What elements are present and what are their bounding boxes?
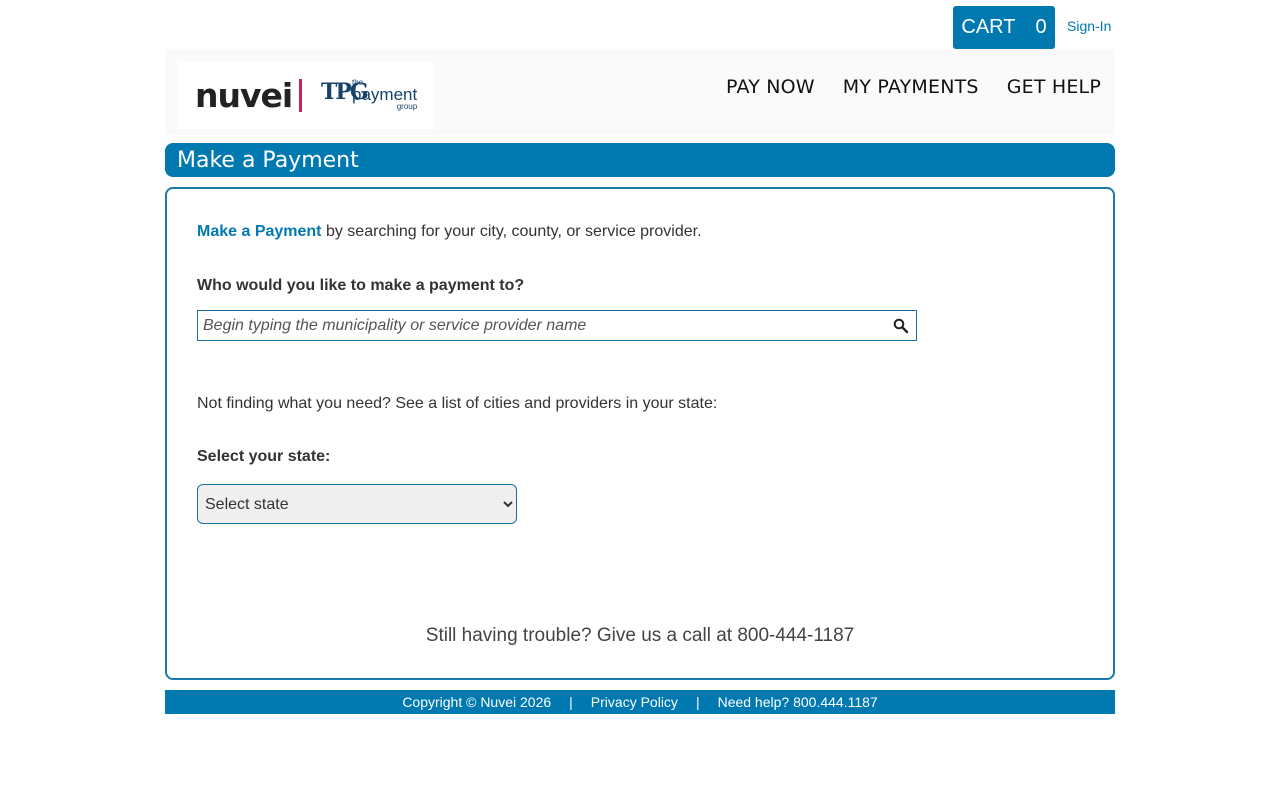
logo-text-payment: payment bbox=[352, 85, 418, 104]
footer-separator: | bbox=[569, 694, 573, 710]
intro-rest: by searching for your city, county, or s… bbox=[321, 223, 702, 240]
sign-in-link[interactable]: Sign-In bbox=[1067, 18, 1111, 34]
logo-payment-group: the payment group bbox=[352, 79, 417, 111]
state-label: Select your state: bbox=[197, 448, 331, 465]
make-payment-link[interactable]: Make a Payment bbox=[197, 223, 322, 240]
footer-copyright: Copyright © Nuvei 2026 bbox=[402, 694, 552, 710]
site-header: nuvei TPG the payment group PAY NOW MY P… bbox=[165, 49, 1115, 135]
logo[interactable]: nuvei TPG the payment group bbox=[177, 61, 434, 129]
payment-search-card: Make a Payment by searching for your cit… bbox=[165, 187, 1115, 680]
help-phone-text: Still having trouble? Give us a call at … bbox=[425, 625, 855, 646]
footer-help-phone[interactable]: Need help? 800.444.1187 bbox=[718, 694, 878, 710]
page: CART 0 Sign-In nuvei TPG the payment gro… bbox=[0, 0, 1280, 800]
nav-get-help[interactable]: GET HELP bbox=[1007, 76, 1101, 98]
search-input[interactable] bbox=[198, 311, 916, 340]
state-select[interactable]: Select state bbox=[197, 484, 517, 524]
nav-my-payments[interactable]: MY PAYMENTS bbox=[843, 76, 979, 98]
nav-pay-now[interactable]: PAY NOW bbox=[726, 76, 815, 98]
logo-nuvei-wordmark: nuvei bbox=[195, 76, 293, 115]
search-box bbox=[197, 310, 917, 341]
not-finding-text: Not finding what you need? See a list of… bbox=[197, 395, 718, 412]
cart-label: CART bbox=[961, 16, 1016, 38]
logo-divider bbox=[299, 79, 302, 112]
search-icon[interactable] bbox=[893, 318, 909, 334]
page-title: Make a Payment bbox=[165, 143, 1115, 177]
intro-text: Make a Payment by searching for your cit… bbox=[197, 223, 702, 241]
footer: Copyright © Nuvei 2026 | Privacy Policy … bbox=[165, 690, 1115, 714]
cart-count: 0 bbox=[1035, 16, 1047, 38]
search-label: Who would you like to make a payment to? bbox=[197, 277, 525, 294]
footer-separator: | bbox=[695, 694, 700, 710]
main-nav: PAY NOW MY PAYMENTS GET HELP bbox=[726, 76, 1101, 98]
cart-button[interactable]: CART 0 bbox=[953, 6, 1055, 49]
logo-text-group: group bbox=[396, 102, 418, 111]
privacy-policy-link[interactable]: Privacy Policy bbox=[591, 694, 678, 710]
